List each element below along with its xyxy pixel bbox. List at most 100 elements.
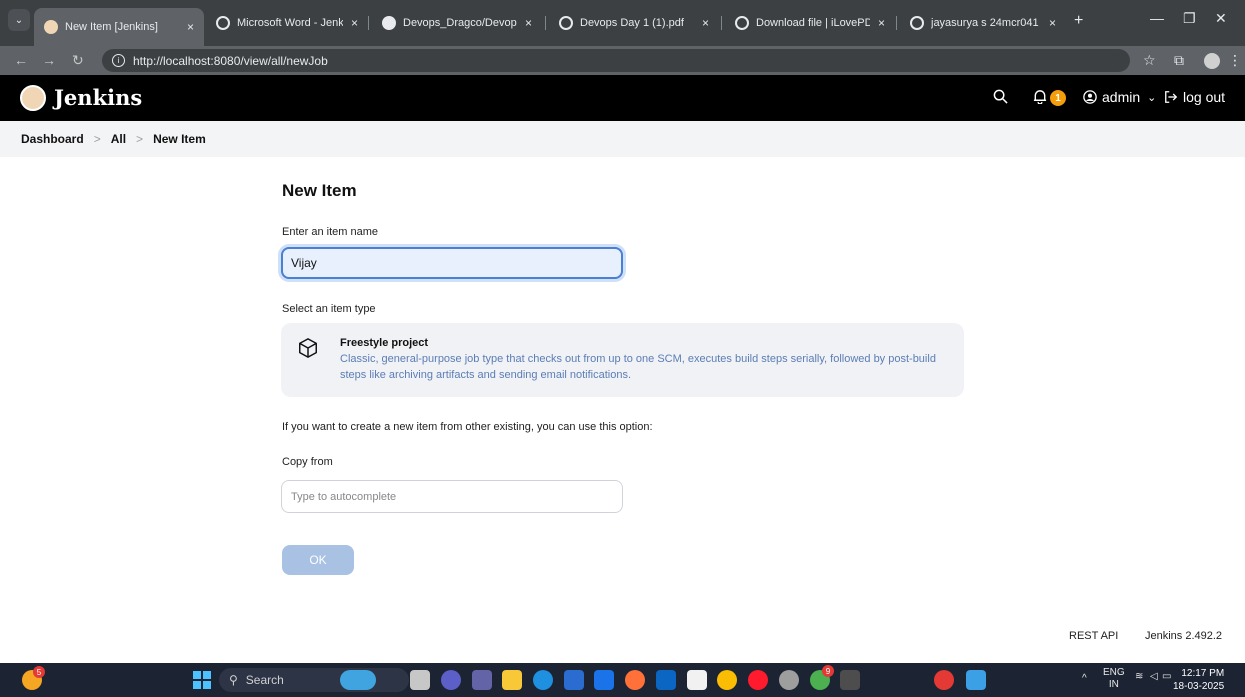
cube-icon xyxy=(299,338,317,358)
system-clock[interactable]: 12:17 PM 18-03-2025 xyxy=(1173,667,1224,693)
item-type-title: Freestyle project xyxy=(340,337,429,349)
settings-gear-icon[interactable] xyxy=(779,670,799,690)
notification-bell-icon[interactable] xyxy=(1033,89,1047,108)
remote-desktop-icon[interactable] xyxy=(966,670,986,690)
copy-from-input[interactable] xyxy=(281,480,623,513)
chrome-icon[interactable] xyxy=(717,670,737,690)
linkedin-icon[interactable] xyxy=(656,670,676,690)
globe-icon xyxy=(216,16,230,30)
tab-label: Download file | iLovePDF xyxy=(756,17,870,29)
user-menu[interactable]: admin ⌄ xyxy=(1083,89,1156,105)
logout-icon xyxy=(1165,91,1178,103)
close-tab-icon[interactable]: × xyxy=(525,16,532,30)
search-icon[interactable] xyxy=(993,89,1008,108)
clock-date: 18-03-2025 xyxy=(1173,681,1225,692)
search-icon: ⚲ xyxy=(229,673,238,687)
close-tab-icon[interactable]: × xyxy=(878,16,885,30)
forward-icon[interactable]: → xyxy=(42,52,56,68)
taskbar-search[interactable]: ⚲ Search xyxy=(219,668,409,692)
volume-icon[interactable]: ◁ xyxy=(1150,671,1158,682)
clock-time: 12:17 PM xyxy=(1181,668,1225,679)
chrome-active-icon[interactable] xyxy=(934,670,954,690)
tab-label: Devops_Dragco/Devops D xyxy=(403,17,517,29)
item-name-input[interactable] xyxy=(281,247,623,279)
edge-icon[interactable] xyxy=(533,670,553,690)
ok-button[interactable]: OK xyxy=(282,545,354,575)
jenkins-version-link[interactable]: Jenkins 2.492.2 xyxy=(1145,630,1222,642)
item-type-label: Select an item type xyxy=(282,303,376,315)
tab-jayasurya[interactable]: jayasurya s 24mcr041 deve × xyxy=(900,8,1066,38)
document-icon[interactable] xyxy=(687,670,707,690)
tab-jenkins[interactable]: New Item [Jenkins] × xyxy=(34,8,204,46)
restore-icon[interactable]: ❐ xyxy=(1183,10,1196,27)
close-tab-icon[interactable]: × xyxy=(702,16,709,30)
tab-ilovepdf[interactable]: Download file | iLovePDF × xyxy=(725,8,895,38)
site-info-icon[interactable]: i xyxy=(112,54,125,67)
tab-label: New Item [Jenkins] xyxy=(65,21,158,33)
notification-badge[interactable]: 1 xyxy=(1050,90,1066,106)
tab-label: Microsoft Word - Jenkins- xyxy=(237,17,343,29)
region-code: IN xyxy=(1108,679,1119,690)
language-code: ENG xyxy=(1103,667,1125,678)
copy-hint-text: If you want to create a new item from ot… xyxy=(282,421,653,433)
file-explorer-icon[interactable] xyxy=(502,670,522,690)
breadcrumb-new-item: New Item xyxy=(153,132,206,146)
tab-separator xyxy=(896,16,897,30)
breadcrumb-separator-icon: > xyxy=(136,132,144,146)
tab-search-button[interactable]: ⌄ xyxy=(8,9,30,31)
opera-icon[interactable] xyxy=(748,670,768,690)
language-indicator[interactable]: ENG IN xyxy=(1103,667,1125,691)
breadcrumb-all[interactable]: All xyxy=(111,132,126,146)
globe-icon xyxy=(559,16,573,30)
windows-taskbar: 5 ⚲ Search 9 ^ ENG IN ≋ ◁ ▭ 12:17 PM 18-… xyxy=(0,663,1245,697)
jenkins-title[interactable]: Jenkins xyxy=(54,85,142,110)
close-tab-icon[interactable]: × xyxy=(351,16,358,30)
teams-icon[interactable] xyxy=(472,670,492,690)
copy-from-label: Copy from xyxy=(282,456,333,468)
firefox-icon[interactable] xyxy=(625,670,645,690)
jenkins-favicon-icon xyxy=(44,20,58,34)
tab-label: Devops Day 1 (1).pdf xyxy=(580,17,684,29)
jenkins-logo-icon[interactable] xyxy=(20,85,46,111)
window-close-icon[interactable]: ✕ xyxy=(1215,10,1227,27)
item-type-description: Classic, general-purpose job type that c… xyxy=(340,353,936,381)
breadcrumb-dashboard[interactable]: Dashboard xyxy=(21,132,84,146)
dell-icon[interactable] xyxy=(594,670,614,690)
tab-github[interactable]: Devops_Dragco/Devops D × xyxy=(372,8,542,38)
terminal-icon[interactable] xyxy=(840,670,860,690)
freestyle-project-option[interactable]: Freestyle project Classic, general-purpo… xyxy=(281,323,964,397)
close-tab-icon[interactable]: × xyxy=(1049,16,1056,30)
weather-badge: 5 xyxy=(33,666,45,678)
windows-start-icon[interactable] xyxy=(192,670,212,690)
browser-toolbar: ← → ↻ i http://localhost:8080/view/all/n… xyxy=(0,46,1245,75)
tray-chevron-up-icon[interactable]: ^ xyxy=(1082,673,1087,684)
profile-avatar[interactable] xyxy=(1204,53,1220,69)
address-bar[interactable]: i http://localhost:8080/view/all/newJob xyxy=(102,49,1130,72)
store-icon[interactable] xyxy=(564,670,584,690)
minimize-icon[interactable]: — xyxy=(1150,10,1164,26)
back-icon[interactable]: ← xyxy=(14,52,28,68)
rest-api-link[interactable]: REST API xyxy=(1069,630,1118,642)
globe-icon xyxy=(910,16,924,30)
tab-separator xyxy=(368,16,369,30)
close-tab-icon[interactable]: × xyxy=(187,20,194,34)
tab-label: jayasurya s 24mcr041 deve xyxy=(931,17,1041,29)
task-view-icon[interactable] xyxy=(410,670,430,690)
logout-label: log out xyxy=(1183,89,1226,105)
extensions-icon[interactable]: ⧉ xyxy=(1174,52,1184,69)
logout-link[interactable]: log out xyxy=(1164,89,1225,105)
user-icon xyxy=(1083,90,1097,104)
github-icon xyxy=(382,16,396,30)
widget-landscape-icon xyxy=(340,670,376,690)
reload-icon[interactable]: ↻ xyxy=(72,52,84,69)
taskbar-search-label: Search xyxy=(245,673,284,687)
jenkins-header: Jenkins 1 admin ⌄ log out xyxy=(0,75,1245,121)
wifi-icon[interactable]: ≋ xyxy=(1135,671,1143,682)
tab-word[interactable]: Microsoft Word - Jenkins- × xyxy=(206,8,368,38)
copilot-icon[interactable] xyxy=(441,670,461,690)
browser-menu-icon[interactable]: ⋮ xyxy=(1228,52,1242,69)
battery-icon[interactable]: ▭ xyxy=(1162,671,1171,682)
bookmark-star-icon[interactable]: ☆ xyxy=(1143,52,1156,69)
new-tab-button[interactable]: + xyxy=(1074,12,1083,30)
tab-pdf[interactable]: Devops Day 1 (1).pdf × xyxy=(549,8,719,38)
